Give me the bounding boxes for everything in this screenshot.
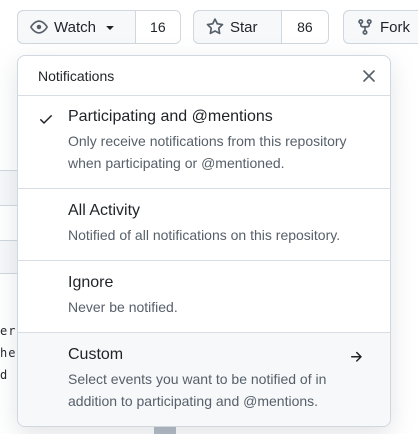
watch-label: Watch [54, 18, 96, 36]
menu-item-description: Select events you want to be notified of… [68, 371, 327, 409]
watch-button-group: Watch 16 [17, 10, 181, 44]
dropdown-title: Notifications [38, 67, 115, 84]
star-label: Star [230, 18, 258, 36]
fork-button-group: Fork [343, 10, 418, 44]
menu-item-ignore[interactable]: Ignore Never be notified. [18, 261, 390, 333]
watch-button[interactable]: Watch [18, 11, 135, 43]
star-button-group: Star 86 [193, 10, 329, 44]
menu-item-title: Ignore [68, 274, 114, 291]
watch-count[interactable]: 16 [134, 11, 180, 43]
fork-button[interactable]: Fork [344, 11, 418, 43]
menu-item-title: All Activity [68, 202, 141, 219]
star-count[interactable]: 86 [280, 11, 328, 43]
menu-item-title: Custom [68, 346, 124, 363]
page: er he d b Watch 16 Star 86 Fork Notifica… [0, 0, 418, 434]
menu-item-all-activity[interactable]: All Activity Notified of all notificatio… [18, 189, 390, 261]
triangle-down-icon [102, 19, 118, 35]
repo-forked-icon [356, 18, 374, 36]
menu-item-description: Only receive notifications from this rep… [68, 133, 347, 171]
arrow-right-icon [348, 349, 364, 370]
star-button[interactable]: Star [194, 11, 281, 43]
fork-label: Fork [380, 18, 410, 36]
menu-item-description: Notified of all notifications on this re… [68, 227, 341, 243]
check-icon [38, 111, 54, 132]
notifications-dropdown: Notifications Participating and @mention… [17, 55, 391, 427]
eye-icon [30, 18, 48, 36]
close-icon[interactable] [360, 67, 378, 85]
menu-item-title: Participating and @mentions [68, 108, 273, 125]
dropdown-header: Notifications [18, 56, 390, 96]
menu-item-custom[interactable]: Custom Select events you want to be noti… [18, 333, 390, 426]
star-icon [206, 18, 224, 36]
menu-item-description: Never be notified. [68, 299, 178, 315]
menu-item-participating[interactable]: Participating and @mentions Only receive… [18, 96, 390, 189]
background-code-line: he [0, 346, 17, 360]
background-code-line: er [0, 324, 17, 338]
